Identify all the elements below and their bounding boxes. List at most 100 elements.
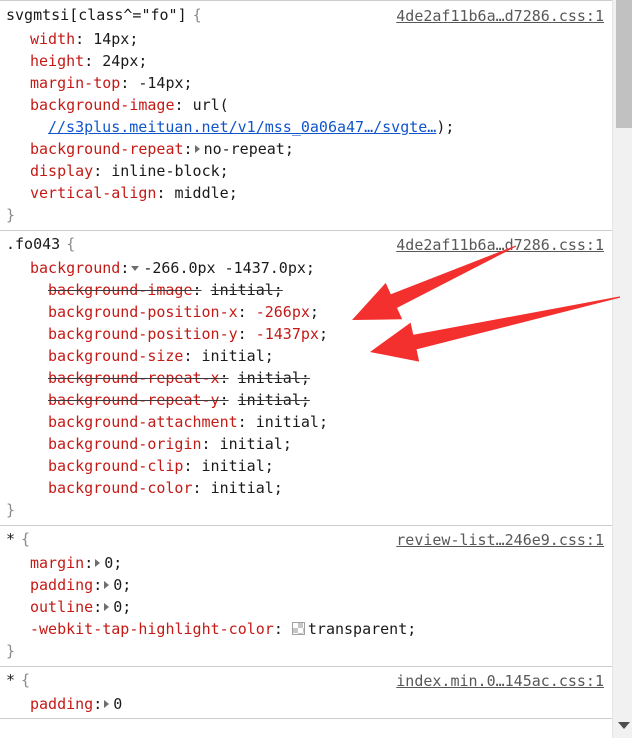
css-property-name[interactable]: background-color (48, 479, 193, 497)
css-property-name[interactable]: padding (30, 576, 93, 594)
css-selector[interactable]: * (6, 528, 15, 550)
css-declaration[interactable]: background-color: initial; (0, 477, 612, 499)
css-declaration[interactable]: background-image: initial; (0, 279, 612, 301)
css-declaration[interactable]: padding: 0; (0, 574, 612, 596)
css-property-value[interactable]: url( (193, 96, 229, 114)
css-declaration[interactable]: background-attachment: initial; (0, 411, 612, 433)
css-property-name[interactable]: background-position-y (48, 325, 238, 343)
css-property-value[interactable]: no-repeat (204, 140, 285, 158)
css-declaration[interactable]: outline: 0; (0, 596, 612, 618)
css-property-value[interactable]: 14px (93, 30, 129, 48)
scrollbar-thumb[interactable] (616, 0, 632, 128)
css-property-value[interactable]: initial (256, 413, 319, 431)
expand-triangle-icon[interactable] (95, 559, 101, 567)
transparent-color-swatch[interactable] (291, 622, 305, 635)
scroll-down-arrow-icon[interactable] (618, 722, 630, 729)
expand-triangle-icon[interactable] (104, 700, 110, 708)
css-declaration[interactable]: background-repeat-y: initial; (0, 389, 612, 411)
css-property-name[interactable]: padding (30, 695, 93, 713)
background-image-url-link[interactable]: //s3plus.meituan.net/v1/mss_0a06a47…/svg… (48, 118, 436, 136)
css-property-name[interactable]: background-attachment (48, 413, 238, 431)
colon-separator: : (273, 620, 283, 638)
css-property-value[interactable]: -266.0px -1437.0px (143, 259, 306, 277)
expand-triangle-icon[interactable] (104, 603, 110, 611)
css-declaration[interactable]: background-origin: initial; (0, 433, 612, 455)
css-property-value[interactable]: -14px (138, 74, 183, 92)
css-property-name[interactable]: background-image (30, 96, 175, 114)
css-property-name[interactable]: background-image (48, 281, 193, 299)
collapse-triangle-icon[interactable] (131, 266, 140, 271)
css-property-value[interactable]: initial (211, 479, 274, 497)
css-property-name[interactable]: background (30, 259, 120, 277)
css-property-value[interactable]: 0 (113, 695, 122, 713)
css-property-value[interactable]: 0 (113, 576, 122, 594)
css-property-value[interactable]: initial (202, 457, 265, 475)
devtools-styles-panel: svgmtsi[class^="fo"] {4de2af11b6a…d7286.c… (0, 0, 632, 738)
css-property-name[interactable]: margin (30, 554, 84, 572)
css-property-name[interactable]: height (30, 52, 84, 70)
close-brace: } (6, 206, 16, 224)
semicolon: ; (264, 347, 274, 365)
css-property-name[interactable]: -webkit-tap-highlight-color (30, 620, 274, 638)
css-property-name[interactable]: background-repeat-x (48, 369, 220, 387)
css-property-value[interactable]: 0 (113, 598, 122, 616)
css-property-name[interactable]: width (30, 30, 75, 48)
css-declaration[interactable]: background-repeat-x: initial; (0, 367, 612, 389)
rule-header: .fo043 {4de2af11b6a…d7286.css:1 (0, 233, 612, 257)
css-declaration[interactable]: background-repeat: no-repeat; (0, 138, 612, 160)
css-property-name[interactable]: background-position-x (48, 303, 238, 321)
css-property-value[interactable]: transparent (308, 620, 407, 638)
css-property-name[interactable]: background-origin (48, 435, 202, 453)
semicolon: ; (138, 52, 148, 70)
css-property-value[interactable]: 0 (104, 554, 113, 572)
css-property-value[interactable]: initial (202, 347, 265, 365)
css-declaration[interactable]: width: 14px; (0, 28, 612, 50)
css-property-value[interactable]: 24px (102, 52, 138, 70)
colon-separator: : (183, 347, 193, 365)
expand-triangle-icon[interactable] (104, 581, 110, 589)
css-property-value[interactable]: -1437px (256, 325, 319, 343)
css-property-name[interactable]: background-size (48, 347, 183, 365)
css-property-value[interactable]: initial (220, 435, 283, 453)
styles-rule-list[interactable]: svgmtsi[class^="fo"] {4de2af11b6a…d7286.c… (0, 0, 612, 738)
expand-triangle-icon[interactable] (194, 145, 200, 153)
css-property-name[interactable]: vertical-align (30, 184, 156, 202)
css-declaration[interactable]: background: -266.0px -1437.0px; (0, 257, 612, 279)
css-declaration[interactable]: -webkit-tap-highlight-color: transparent… (0, 618, 612, 640)
css-declaration[interactable]: background-position-y: -1437px; (0, 323, 612, 345)
css-declaration[interactable]: //s3plus.meituan.net/v1/mss_0a06a47…/svg… (0, 116, 612, 138)
css-property-name[interactable]: background-repeat (30, 140, 184, 158)
css-declaration[interactable]: background-position-x: -266px; (0, 301, 612, 323)
css-declaration[interactable]: background-size: initial; (0, 345, 612, 367)
css-property-value[interactable]: initial (211, 281, 274, 299)
stylesheet-origin-link[interactable]: 4de2af11b6a…d7286.css:1 (396, 233, 604, 257)
css-property-name[interactable]: background-clip (48, 457, 183, 475)
stylesheet-origin-link[interactable]: index.min.0…145ac.css:1 (396, 669, 604, 693)
css-declaration[interactable]: background-clip: initial; (0, 455, 612, 477)
css-property-value[interactable]: middle (175, 184, 229, 202)
semicolon: ; (305, 259, 315, 277)
css-selector[interactable]: .fo043 (6, 233, 60, 255)
stylesheet-origin-link[interactable]: 4de2af11b6a…d7286.css:1 (396, 4, 604, 28)
vertical-scrollbar[interactable] (612, 0, 632, 738)
css-property-name[interactable]: outline (30, 598, 93, 616)
css-property-name[interactable]: display (30, 162, 93, 180)
css-selector[interactable]: svgmtsi[class^="fo"] (6, 4, 187, 26)
css-property-name[interactable]: background-repeat-y (48, 391, 220, 409)
css-property-value[interactable]: -266px (256, 303, 310, 321)
css-declaration[interactable]: background-image: url( (0, 94, 612, 116)
stylesheet-origin-link[interactable]: review-list…246e9.css:1 (396, 528, 604, 552)
css-selector[interactable]: * (6, 669, 15, 691)
css-property-value[interactable]: inline-block (111, 162, 219, 180)
css-declaration[interactable]: height: 24px; (0, 50, 612, 72)
css-declaration[interactable]: margin-top: -14px; (0, 72, 612, 94)
colon-separator: : (219, 391, 229, 409)
css-declaration[interactable]: padding: 0 (0, 693, 612, 715)
css-property-value[interactable]: initial (238, 369, 301, 387)
css-declaration[interactable]: display: inline-block; (0, 160, 612, 182)
css-property-name[interactable]: margin-top (30, 74, 120, 92)
semicolon: ; (113, 554, 123, 572)
css-declaration[interactable]: margin: 0; (0, 552, 612, 574)
css-property-value[interactable]: initial (238, 391, 301, 409)
css-declaration[interactable]: vertical-align: middle; (0, 182, 612, 204)
